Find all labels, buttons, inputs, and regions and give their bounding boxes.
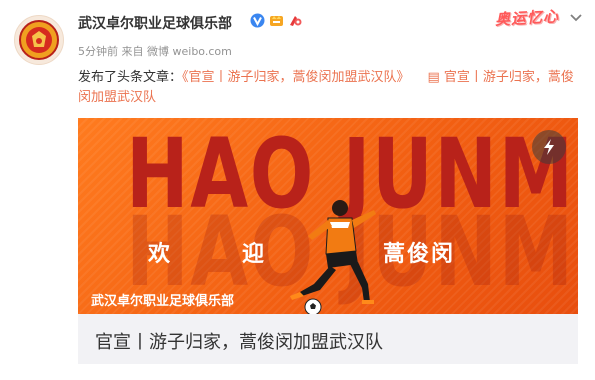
- post-prefix: 发布了头条文章：: [78, 70, 183, 85]
- post-source[interactable]: 微博 weibo.com: [147, 45, 232, 58]
- welcome-char-1: 欢: [148, 242, 173, 267]
- post-time[interactable]: 5分钟前: [78, 45, 118, 58]
- club-crest-icon: [19, 20, 59, 60]
- post-meta: 5分钟前 来自 微博 weibo.com: [78, 43, 232, 59]
- club-caption: 武汉卓尔职业足球俱乐部: [91, 294, 235, 309]
- lightning-icon: [544, 139, 554, 155]
- article-link[interactable]: 《官宣丨游子归家，蒿俊闵加盟武汉队》: [182, 70, 410, 85]
- flash-button[interactable]: [532, 130, 566, 164]
- article-title-bar[interactable]: 官宣丨游子归家，蒿俊闵加盟武汉队: [78, 314, 578, 364]
- vip-badge-icon[interactable]: [269, 13, 284, 28]
- event-badge-icon[interactable]: [288, 13, 303, 28]
- player-figure: [290, 200, 376, 304]
- welcome-player-name: 蒿俊闵: [383, 242, 456, 267]
- chevron-down-icon[interactable]: [569, 13, 583, 23]
- verified-v-icon: [250, 13, 265, 28]
- account-name[interactable]: 武汉卓尔职业足球俱乐部: [78, 13, 232, 33]
- article-title: 官宣丨游子归家，蒿俊闵加盟武汉队: [95, 332, 383, 353]
- source-prefix: 来自: [121, 45, 144, 58]
- article-cover-image[interactable]: HAO JUNMIN HAO JUNMIN 欢 迎 蒿俊闵 武汉卓尔职业足球俱乐…: [78, 118, 578, 314]
- football-icon: [304, 298, 322, 314]
- card-decoration: 奥运忆心: [494, 7, 560, 29]
- avatar[interactable]: [14, 15, 64, 65]
- article-icon: ▤: [427, 70, 440, 85]
- post-text: 发布了头条文章：《官宣丨游子归家，蒿俊闵加盟武汉队》 ▤ 官宣丨游子归家，蒿俊闵加盟…: [78, 68, 583, 108]
- welcome-char-2: 迎: [242, 242, 267, 267]
